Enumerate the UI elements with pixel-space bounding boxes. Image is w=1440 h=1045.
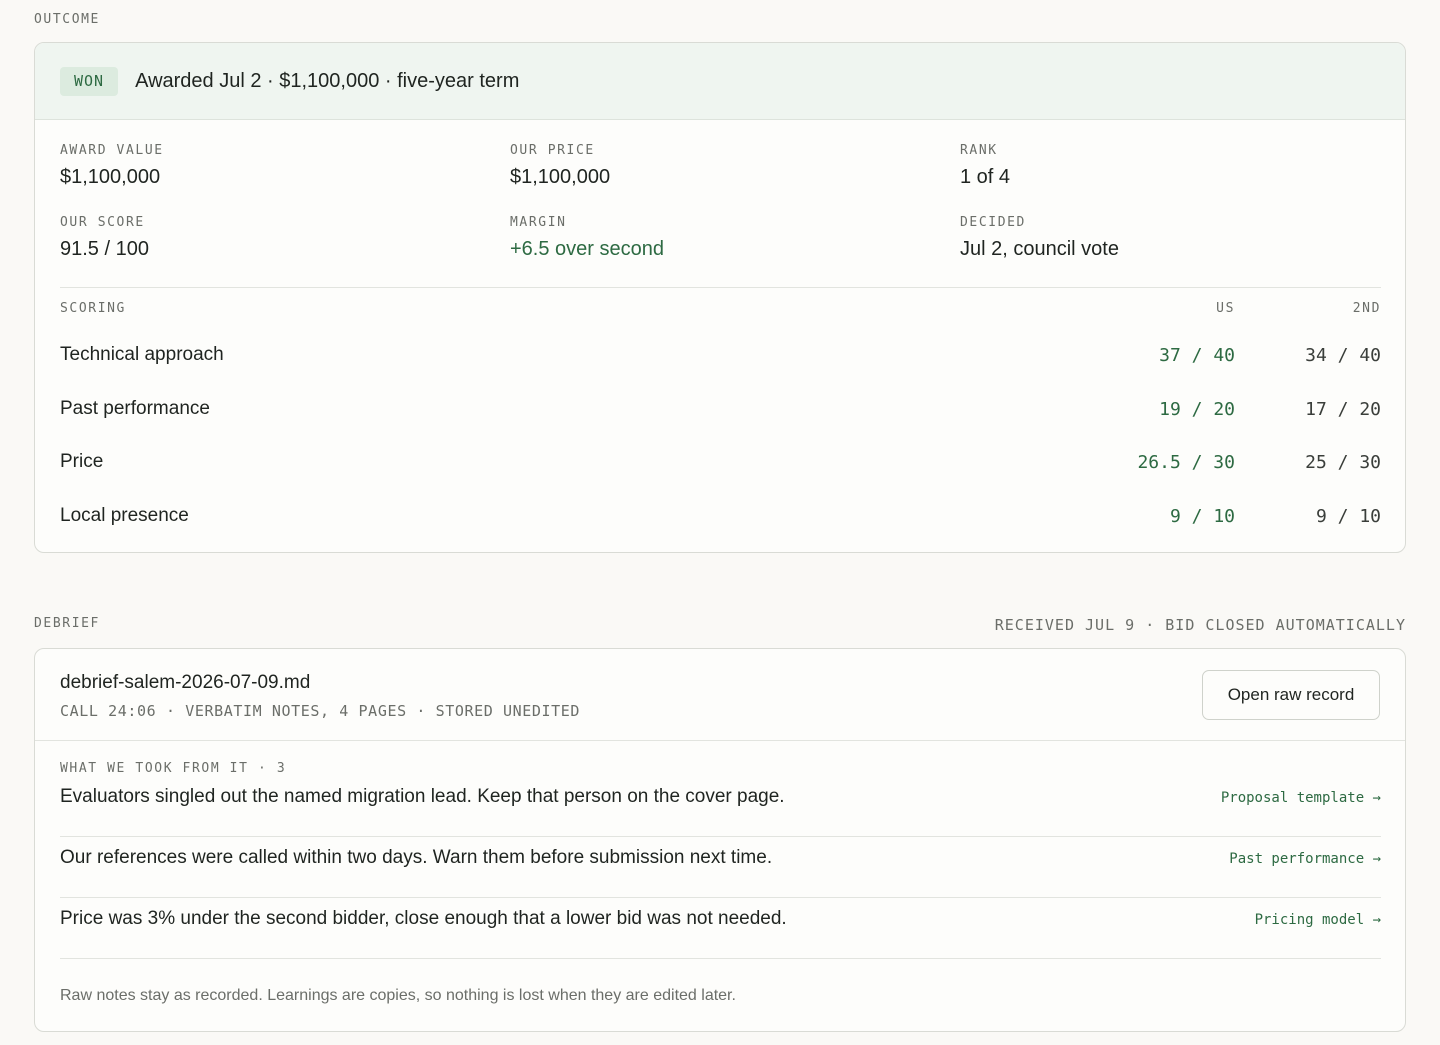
criterion-name: Technical approach — [60, 344, 224, 365]
learning-link-past-performance[interactable]: Past performance → — [1229, 851, 1381, 867]
score-second: 17 / 20 — [1305, 399, 1381, 420]
stat-label: AWARD VALUE — [60, 143, 164, 158]
stat-value: Jul 2, council vote — [960, 238, 1119, 260]
scoring-row: Technical approach 37 / 40 34 / 40 — [60, 342, 1381, 372]
criterion-name: Past performance — [60, 398, 210, 419]
debrief-section-label: DEBRIEF — [34, 616, 100, 631]
debrief-card: debrief-salem-2026-07-09.md CALL 24:06 ·… — [34, 648, 1406, 1032]
debrief-file-meta: CALL 24:06 · VERBATIM NOTES, 4 PAGES · S… — [60, 702, 581, 720]
learnings-label: WHAT WE TOOK FROM IT · 3 — [60, 761, 287, 776]
scoring-label: SCORING — [60, 301, 126, 316]
learning-item: Price was 3% under the second bidder, cl… — [60, 898, 1381, 959]
stat-award-value: AWARD VALUE $1,100,000 — [60, 143, 164, 189]
learning-item: Evaluators singled out the named migrati… — [60, 776, 1381, 837]
score-us: 19 / 20 — [1159, 399, 1235, 420]
scoring-col-second: 2ND — [1352, 301, 1381, 316]
outcome-banner: WON Awarded Jul 2 · $1,100,000 · five-ye… — [35, 43, 1405, 120]
criterion-name: Local presence — [60, 505, 189, 526]
outcome-section-label: OUTCOME — [34, 12, 100, 27]
stat-label: DECIDED — [960, 215, 1026, 230]
scoring-col-us: US — [1216, 301, 1235, 316]
stat-value: $1,100,000 — [60, 166, 161, 188]
learning-link-proposal-template[interactable]: Proposal template → — [1221, 790, 1381, 806]
learning-text: Price was 3% under the second bidder, cl… — [60, 908, 787, 929]
score-us: 37 / 40 — [1159, 345, 1235, 366]
stat-value: $1,100,000 — [510, 166, 611, 188]
score-us: 26.5 / 30 — [1137, 452, 1235, 473]
scoring-row: Price 26.5 / 30 25 / 30 — [60, 449, 1381, 479]
open-raw-record-button[interactable]: Open raw record — [1202, 670, 1380, 720]
debrief-file-name: debrief-salem-2026-07-09.md — [60, 672, 311, 693]
score-second: 34 / 40 — [1305, 345, 1381, 366]
score-second: 25 / 30 — [1305, 452, 1381, 473]
stat-value: 1 of 4 — [960, 166, 1011, 188]
stat-value: +6.5 over second — [510, 238, 664, 260]
stat-label: OUR PRICE — [510, 143, 595, 158]
stat-label: RANK — [960, 143, 998, 158]
stat-decided: DECIDED Jul 2, council vote — [960, 215, 1119, 261]
stat-rank: RANK 1 of 4 — [960, 143, 1010, 189]
divider — [60, 287, 1381, 288]
outcome-headline: Awarded Jul 2 · $1,100,000 · five-year t… — [135, 69, 520, 92]
score-us: 9 / 10 — [1169, 506, 1235, 527]
score-second: 9 / 10 — [1315, 506, 1381, 527]
learning-link-pricing-model[interactable]: Pricing model → — [1255, 912, 1381, 928]
criterion-name: Price — [60, 451, 104, 472]
outcome-card: WON Awarded Jul 2 · $1,100,000 · five-ye… — [34, 42, 1406, 553]
scoring-row: Past performance 19 / 20 17 / 20 — [60, 396, 1381, 426]
stat-margin: MARGIN +6.5 over second — [510, 215, 664, 261]
scoring-row: Local presence 9 / 10 9 / 10 — [60, 503, 1381, 533]
learning-text: Our references were called within two da… — [60, 847, 773, 868]
stat-label: OUR SCORE — [60, 215, 145, 230]
stat-label: MARGIN — [510, 215, 567, 230]
stat-our-score: OUR SCORE 91.5 / 100 — [60, 215, 149, 261]
stat-value: 91.5 / 100 — [60, 238, 149, 260]
divider — [35, 740, 1405, 741]
debrief-meta: RECEIVED JUL 9 · BID CLOSED AUTOMATICALL… — [994, 616, 1406, 634]
scoring-header: SCORING US 2ND — [60, 301, 1381, 319]
learning-item: Our references were called within two da… — [60, 837, 1381, 898]
stat-our-price: OUR PRICE $1,100,000 — [510, 143, 610, 189]
status-badge: WON — [60, 66, 119, 96]
learning-text: Evaluators singled out the named migrati… — [60, 786, 785, 807]
debrief-footnote: Raw notes stay as recorded. Learnings ar… — [60, 987, 736, 1004]
